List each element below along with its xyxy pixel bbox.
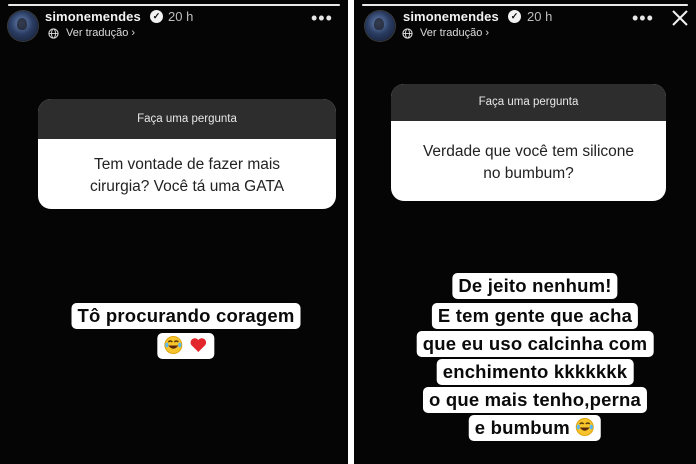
username[interactable]: simonemendes <box>45 9 141 24</box>
answer-text-line: o que mais tenho,perna <box>422 387 648 413</box>
avatar[interactable] <box>8 11 38 41</box>
laughing-tears-emoji <box>164 336 183 354</box>
avatar[interactable] <box>365 11 395 41</box>
see-translation-label: Ver tradução <box>66 27 129 39</box>
question-line: no bumbum? <box>483 165 574 182</box>
story-right: simonemendes ✓ 20 h Ver tradução › ••• F… <box>354 0 696 464</box>
answer-emoji-line <box>157 333 215 359</box>
answer-text-line: De jeito nenhum! <box>452 273 618 299</box>
post-time: 20 h <box>527 9 553 24</box>
answer-text-line: e bumbum <box>474 417 570 438</box>
globe-icon <box>48 28 59 39</box>
see-translation-label: Ver tradução <box>420 27 483 39</box>
question-text: Verdade que você tem silicone no bumbum? <box>391 121 666 201</box>
question-sticker: Faça uma pergunta Verdade que você tem s… <box>391 84 666 201</box>
see-translation-link[interactable]: Ver tradução › <box>66 27 135 39</box>
post-time: 20 h <box>168 9 194 24</box>
story-progress-bar <box>8 4 340 6</box>
more-options-icon[interactable]: ••• <box>311 9 333 27</box>
story-progress-bar <box>362 4 688 6</box>
story-left: simonemendes ✓ 20 h Ver tradução › ••• F… <box>0 0 348 464</box>
laughing-tears-emoji <box>576 418 595 436</box>
question-line: Tem vontade de fazer mais <box>93 156 281 173</box>
question-text: Tem vontade de fazer mais cirurgia? Você… <box>38 139 336 209</box>
red-heart-emoji <box>190 338 207 352</box>
question-header: Faça uma pergunta <box>38 99 336 139</box>
answer-text-line: Tô procurando coragem <box>71 303 301 329</box>
question-sticker: Faça uma pergunta Tem vontade de fazer m… <box>38 99 336 209</box>
more-options-icon[interactable]: ••• <box>632 9 654 27</box>
answer-text-line: que eu uso calcinha com <box>416 331 654 357</box>
see-translation-link[interactable]: Ver tradução › <box>420 27 489 39</box>
verified-badge-icon: ✓ <box>150 10 163 23</box>
answer-last-line: e bumbum <box>468 415 602 441</box>
globe-icon <box>402 28 413 39</box>
username[interactable]: simonemendes <box>403 9 499 24</box>
question-header: Faça uma pergunta <box>391 84 666 121</box>
close-icon[interactable] <box>670 8 690 28</box>
question-line: cirurgia? Você tá uma GATA <box>89 178 285 195</box>
verified-badge-icon: ✓ <box>508 10 521 23</box>
question-line: Verdade que você tem silicone <box>422 143 635 160</box>
answer-text-line: enchimento kkkkkkk <box>436 359 634 385</box>
answer-text-line: E tem gente que acha <box>431 303 639 329</box>
